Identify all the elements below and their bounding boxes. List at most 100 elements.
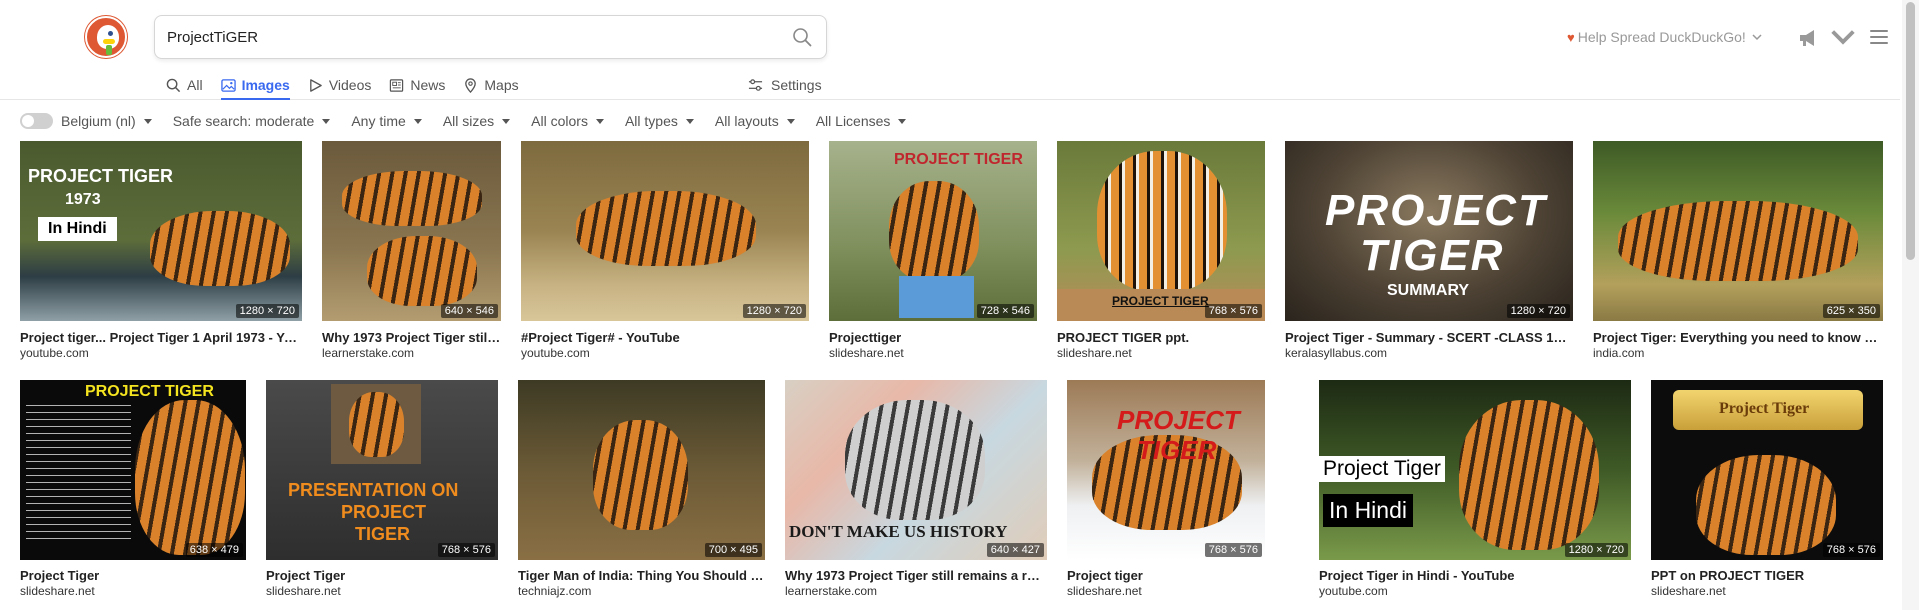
- layout-filter[interactable]: All layouts: [715, 113, 795, 129]
- color-filter[interactable]: All colors: [531, 113, 604, 129]
- image-result[interactable]: PROJECT TIGER 768 × 576 Project tiger sl…: [1067, 380, 1265, 600]
- image-result[interactable]: Project Tiger In Hindi 1280 × 720 Projec…: [1319, 380, 1631, 600]
- result-title[interactable]: PROJECT TIGER ppt.: [1057, 330, 1265, 345]
- overlay-text: 1973: [65, 191, 101, 208]
- header: All Images Videos News Maps Settings ♥ H…: [0, 0, 1900, 100]
- license-label: All Licenses: [815, 113, 891, 129]
- result-thumbnail[interactable]: 625 × 350: [1593, 141, 1883, 321]
- result-source[interactable]: learnerstake.com: [322, 346, 414, 360]
- overlay-text: PROJECT: [1117, 405, 1240, 435]
- image-result[interactable]: DON'T MAKE US HISTORY 640 × 427 Why 1973…: [785, 380, 1047, 600]
- result-thumbnail[interactable]: 1280 × 720: [521, 141, 809, 321]
- overlay-text: PRESENTATION ON: [288, 480, 459, 500]
- result-source[interactable]: youtube.com: [20, 346, 89, 360]
- image-result[interactable]: 1280 × 720 #Project Tiger# - YouTube you…: [521, 141, 809, 361]
- overlay-text: Project Tiger: [1319, 456, 1445, 482]
- result-title[interactable]: Why 1973 Project Tiger still ...: [322, 330, 501, 345]
- image-dimensions: 638 × 479: [185, 543, 243, 557]
- image-result[interactable]: PROJECT TIGER 1973 In Hindi 1280 × 720 P…: [20, 141, 302, 361]
- layout-label: All layouts: [714, 113, 779, 129]
- announcements-button[interactable]: [1798, 29, 1856, 47]
- result-thumbnail[interactable]: Project Tiger In Hindi 1280 × 720: [1319, 380, 1631, 560]
- result-title[interactable]: Project Tiger in Hindi - YouTube: [1319, 568, 1631, 583]
- type-label: All types: [624, 113, 678, 129]
- result-source[interactable]: slideshare.net: [20, 584, 95, 598]
- license-filter[interactable]: All Licenses: [816, 113, 907, 129]
- result-thumbnail[interactable]: PROJECT TIGER 768 × 576: [1067, 380, 1265, 560]
- help-spread-link[interactable]: ♥ Help Spread DuckDuckGo!: [1567, 29, 1762, 45]
- region-filter[interactable]: Belgium (nl): [61, 113, 152, 129]
- result-title[interactable]: Tiger Man of India: Thing You Should K..…: [518, 568, 765, 583]
- caret-down-icon: [786, 118, 795, 124]
- overlay-text: PROJECT TIGER: [894, 151, 1023, 168]
- type-filter[interactable]: All types: [625, 113, 694, 129]
- result-thumbnail[interactable]: PRESENTATION ON PROJECT TIGER 768 × 576: [266, 380, 498, 560]
- search-input[interactable]: [167, 16, 767, 58]
- result-thumbnail[interactable]: PROJECT TIGER 768 × 576: [1057, 141, 1265, 321]
- image-dimensions: 640 × 427: [986, 543, 1044, 557]
- result-source[interactable]: slideshare.net: [266, 584, 341, 598]
- overlay-text: TIGER: [1360, 231, 1505, 280]
- image-result[interactable]: PROJECT TIGER SUMMARY 1280 × 720 Project…: [1285, 141, 1573, 361]
- caret-down-icon: [143, 118, 152, 124]
- result-thumbnail[interactable]: Project Tiger 768 × 576: [1651, 380, 1883, 560]
- tab-news[interactable]: News: [389, 72, 445, 98]
- result-title[interactable]: Project Tiger - Summary - SCERT -CLASS 1…: [1285, 330, 1573, 345]
- result-source[interactable]: slideshare.net: [1067, 584, 1142, 598]
- settings-tab[interactable]: Settings: [748, 72, 822, 98]
- region-toggle[interactable]: [20, 113, 53, 129]
- image-result[interactable]: 640 × 546 Why 1973 Project Tiger still .…: [322, 141, 501, 361]
- tab-maps[interactable]: Maps: [463, 72, 519, 98]
- result-title[interactable]: Project Tiger: [266, 568, 498, 583]
- tab-images[interactable]: Images: [220, 72, 290, 100]
- result-thumbnail[interactable]: 700 × 495: [518, 380, 765, 560]
- result-title[interactable]: Projecttiger: [829, 330, 1037, 345]
- page-scrollbar[interactable]: [1902, 0, 1919, 610]
- result-thumbnail[interactable]: PROJECT TIGER 728 × 546: [829, 141, 1037, 321]
- safe-search-filter[interactable]: Safe search: moderate: [173, 113, 331, 129]
- result-title[interactable]: Project Tiger: [20, 568, 246, 583]
- overlay-text: PROJECT TIGER: [1112, 294, 1209, 308]
- result-source[interactable]: youtube.com: [521, 346, 590, 360]
- image-result[interactable]: PROJECT TIGER 638 × 479 Project Tiger sl…: [20, 380, 246, 600]
- duckduckgo-logo[interactable]: [85, 16, 127, 58]
- image-result[interactable]: PROJECT TIGER 768 × 576 PROJECT TIGER pp…: [1057, 141, 1265, 361]
- result-title[interactable]: Project tiger: [1067, 568, 1265, 583]
- time-filter[interactable]: Any time: [351, 113, 422, 129]
- result-source[interactable]: learnerstake.com: [785, 584, 877, 598]
- image-result[interactable]: 700 × 495 Tiger Man of India: Thing You …: [518, 380, 765, 600]
- result-thumbnail[interactable]: PROJECT TIGER SUMMARY 1280 × 720: [1285, 141, 1573, 321]
- result-title[interactable]: Why 1973 Project Tiger still remains a r…: [785, 568, 1047, 583]
- search-tabs: All Images Videos News Maps: [166, 72, 537, 100]
- result-source[interactable]: youtube.com: [1319, 584, 1388, 598]
- result-source[interactable]: slideshare.net: [1651, 584, 1726, 598]
- search-icon[interactable]: [792, 27, 812, 47]
- result-title[interactable]: Project tiger... Project Tiger 1 April 1…: [20, 330, 302, 345]
- result-source[interactable]: india.com: [1593, 346, 1644, 360]
- image-result[interactable]: 625 × 350 Project Tiger: Everything you …: [1593, 141, 1883, 361]
- result-thumbnail[interactable]: PROJECT TIGER 1973 In Hindi 1280 × 720: [20, 141, 302, 321]
- result-title[interactable]: Project Tiger: Everything you need to kn…: [1593, 330, 1883, 345]
- overlay-text: PROJECT: [341, 502, 427, 522]
- image-result[interactable]: PROJECT TIGER 728 × 546 Projecttiger sli…: [829, 141, 1037, 361]
- result-title[interactable]: #Project Tiger# - YouTube: [521, 330, 809, 345]
- result-thumbnail[interactable]: DON'T MAKE US HISTORY 640 × 427: [785, 380, 1047, 560]
- result-source[interactable]: slideshare.net: [1057, 346, 1132, 360]
- result-title[interactable]: PPT on PROJECT TIGER: [1651, 568, 1883, 583]
- image-result[interactable]: Project Tiger 768 × 576 PPT on PROJECT T…: [1651, 380, 1883, 600]
- image-result[interactable]: PRESENTATION ON PROJECT TIGER 768 × 576 …: [266, 380, 498, 600]
- scrollbar-thumb[interactable]: [1906, 2, 1915, 260]
- result-thumbnail[interactable]: PROJECT TIGER 638 × 479: [20, 380, 246, 560]
- result-source[interactable]: techniajz.com: [518, 584, 591, 598]
- tab-videos[interactable]: Videos: [308, 72, 371, 98]
- result-source[interactable]: keralasyllabus.com: [1285, 346, 1387, 360]
- size-filter[interactable]: All sizes: [443, 113, 511, 129]
- time-label: Any time: [351, 113, 406, 129]
- play-icon: [309, 78, 322, 92]
- result-source[interactable]: slideshare.net: [829, 346, 904, 360]
- result-thumbnail[interactable]: 640 × 546: [322, 141, 501, 321]
- image-dimensions: 625 × 350: [1822, 304, 1880, 318]
- tab-all[interactable]: All: [166, 72, 203, 98]
- hamburger-menu-icon[interactable]: [1870, 30, 1888, 46]
- image-dimensions: 768 × 576: [437, 543, 495, 557]
